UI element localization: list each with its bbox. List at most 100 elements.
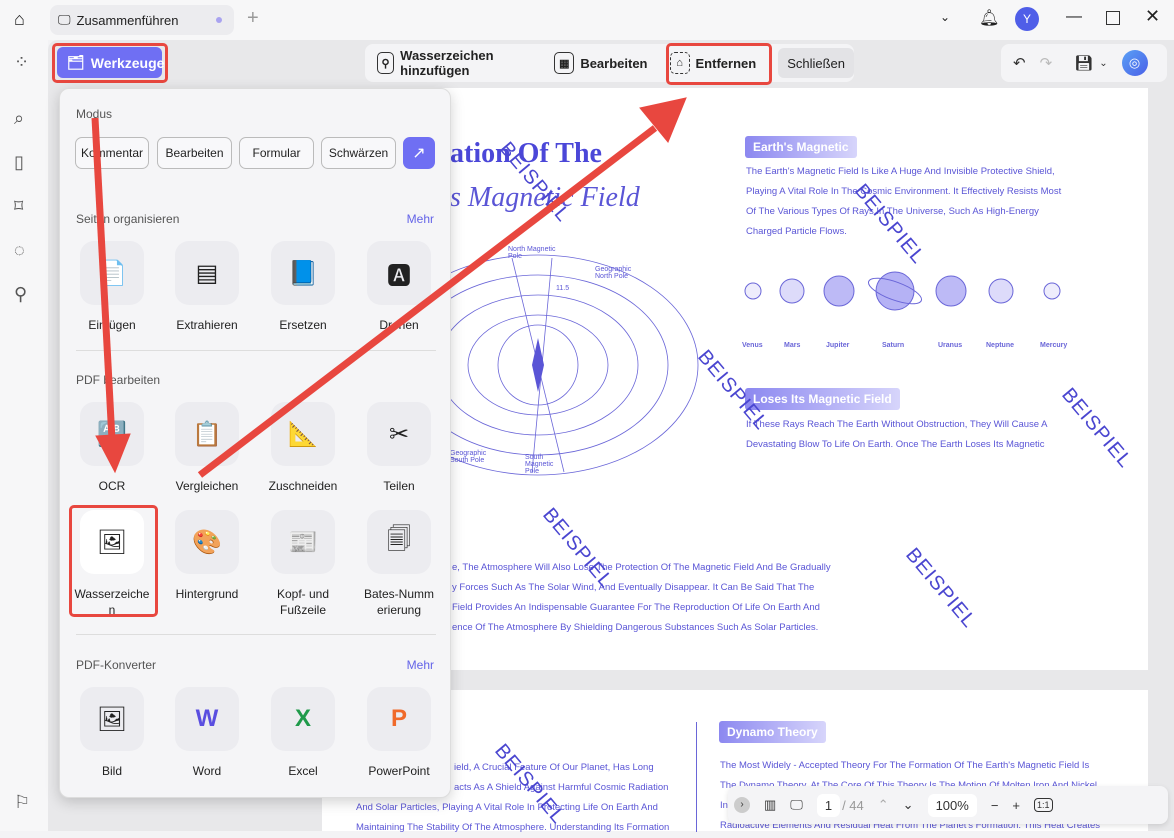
comment-icon[interactable]: ◌	[14, 240, 25, 261]
redo-icon[interactable]: ↷	[1040, 54, 1053, 72]
planet-label: Venus	[742, 342, 763, 349]
edit-pattern-icon: ▦	[554, 52, 575, 74]
tool-kopf-fusszeile[interactable]: 📰 Kopf- und Fußzeile	[255, 510, 351, 618]
home-icon[interactable]: ⌂	[14, 9, 25, 30]
page-total: / 44	[842, 797, 864, 813]
word-icon: W	[175, 687, 239, 751]
convert-powerpoint[interactable]: P PowerPoint	[351, 687, 447, 779]
label: Einfügen	[88, 318, 136, 332]
tool-zuschneiden[interactable]: 📐 Zuschneiden	[255, 402, 351, 494]
planets-illustration	[744, 271, 1061, 311]
text-line: And Solar Particles, Playing A Vital Rol…	[356, 802, 658, 813]
tool-einfuegen[interactable]: 📄 Einfügen	[64, 241, 160, 333]
tool-teilen[interactable]: ✂ Teilen	[351, 402, 447, 494]
edit-watermark-button[interactable]: ▦ Bearbeiten	[550, 48, 651, 78]
text-line: ence Of The Atmosphere By Shielding Dang…	[452, 622, 819, 633]
presentation-icon[interactable]: 🖵	[790, 797, 803, 813]
planet-label: Saturn	[882, 342, 905, 349]
annotation-box	[69, 505, 158, 617]
save-icon[interactable]: 💾︎	[1074, 54, 1093, 72]
new-tab-button[interactable]: +	[247, 7, 259, 30]
mode-bearbeiten[interactable]: Bearbeiten	[157, 137, 232, 169]
help-icon[interactable]: ⚐	[14, 792, 30, 813]
tool-ersetzen[interactable]: 📘 Ersetzen	[255, 241, 351, 333]
ai-assistant-icon[interactable]: ◎	[1121, 50, 1148, 76]
more-organize-link[interactable]: Mehr	[407, 212, 434, 226]
convert-excel[interactable]: X Excel	[255, 687, 351, 779]
watermark-icon: ⚲	[377, 52, 395, 74]
expand-icon[interactable]: ›	[734, 797, 750, 813]
close-window-button[interactable]: ✕	[1145, 6, 1160, 27]
undo-icon[interactable]: ↶	[1013, 54, 1026, 72]
bell-icon[interactable]: 🔔︎	[979, 8, 999, 28]
prev-page-icon[interactable]: ⌃	[878, 797, 889, 813]
open-external-icon[interactable]: ↗	[403, 137, 435, 169]
two-page-view-icon[interactable]: ▥	[764, 797, 776, 813]
tool-ocr[interactable]: 🔠 OCR	[64, 402, 160, 494]
minimize-button[interactable]: —	[1066, 8, 1082, 26]
label-south-magnetic: South Magnetic Pole	[525, 454, 554, 475]
title-bar: ⌂ 🖵 Zusammenführen + ⌄ 🔔︎ Y — ✕	[0, 0, 1174, 40]
label: Extrahieren	[176, 318, 238, 332]
next-page-icon[interactable]: ⌄	[903, 797, 914, 813]
bates-icon: 🗐	[367, 510, 431, 574]
bookmark-icon[interactable]: ⌑	[14, 196, 23, 217]
apps-icon[interactable]: ⁘	[14, 52, 29, 73]
label: Ersetzen	[279, 318, 327, 332]
more-convert-link[interactable]: Mehr	[407, 658, 434, 672]
tab-zusammenfuehren[interactable]: 🖵 Zusammenführen	[50, 5, 234, 35]
maximize-button[interactable]	[1106, 11, 1120, 25]
text-line: The Earth's Magnetic Field Is Like A Hug…	[746, 166, 1055, 177]
mode-formular[interactable]: Formular	[239, 137, 314, 169]
convert-bild[interactable]: 🖼 Bild	[64, 687, 160, 779]
text-line: The Most Widely - Accepted Theory For Th…	[720, 760, 1090, 771]
avatar[interactable]: Y	[1015, 7, 1039, 31]
tool-hintergrund[interactable]: 🎨 Hintergrund	[159, 510, 255, 602]
earth-badge: Earth's Magnetic	[745, 136, 857, 158]
tool-bates[interactable]: 🗐 Bates-Nummerierung	[351, 510, 447, 618]
text-line: e, The Atmosphere Will Also Lose The Pro…	[452, 562, 831, 573]
text-line: Field Provides An Indispensable Guarante…	[452, 602, 820, 613]
tool-drehen[interactable]: 🅰 Drehen	[351, 241, 447, 333]
text-line: Maintaining The Stability Of The Atmosph…	[356, 822, 670, 833]
add-watermark-button[interactable]: ⚲ Wasserzeichen hinzufügen	[373, 48, 544, 78]
label-geo-south: Geographic South Pole	[450, 450, 487, 464]
loses-badge: Loses Its Magnetic Field	[745, 388, 900, 410]
search-icon[interactable]: ⌕	[14, 108, 24, 129]
page-number-input[interactable]: 1	[816, 793, 841, 817]
actual-size-button[interactable]: 1:1	[1034, 798, 1053, 812]
mode-kommentar[interactable]: Kommentar	[75, 137, 149, 169]
convert-word[interactable]: W Word	[159, 687, 255, 779]
tool-vergleichen[interactable]: 📋 Vergleichen	[159, 402, 255, 494]
label: Word	[192, 764, 222, 778]
label: Excel	[288, 764, 318, 778]
watermark-text: BEISPIEL	[1057, 384, 1137, 473]
attachment-icon[interactable]: ⚲	[14, 284, 27, 305]
page-icon[interactable]: ▯	[14, 152, 24, 173]
mode-schwaerzen[interactable]: Schwärzen	[321, 137, 396, 169]
watermark-toolbar: ⚲ Wasserzeichen hinzufügen ▦ Bearbeiten ⌂ E…	[365, 44, 854, 82]
replace-icon: 📘	[271, 241, 335, 305]
label: Wasserzeichen hinzufügen	[400, 48, 494, 78]
label: Bates-Nummerierung	[363, 587, 434, 617]
chevron-down-icon[interactable]: ⌄	[1099, 58, 1107, 69]
zoom-level[interactable]: 100%	[927, 793, 977, 817]
zoom-out-icon[interactable]: −	[991, 798, 999, 813]
unsaved-dot	[216, 17, 222, 23]
close-toolbar-button[interactable]: Schließen	[778, 48, 854, 78]
label: Kopf- und Fußzeile	[276, 587, 330, 617]
label: Hintergrund	[175, 587, 239, 601]
annotation-box	[666, 43, 772, 85]
label: Zuschneiden	[268, 479, 338, 493]
section-label: Modus	[76, 107, 113, 121]
zoom-in-icon[interactable]: +	[1012, 798, 1020, 813]
planet-label: Jupiter	[826, 342, 850, 349]
text-line: y Forces Such As The Solar Wind, And Eve…	[452, 582, 815, 593]
text-line: Devastating Blow To Life On Earth. Once …	[746, 439, 1045, 450]
chevron-down-icon[interactable]: ⌄	[940, 10, 950, 24]
tool-extrahieren[interactable]: ▤ Extrahieren	[159, 241, 255, 333]
insert-icon: 📄	[80, 241, 144, 305]
planet-label: Neptune	[986, 342, 1014, 349]
section-label: PDF-Konverter	[76, 658, 157, 672]
monitor-icon: 🖵	[58, 12, 71, 27]
